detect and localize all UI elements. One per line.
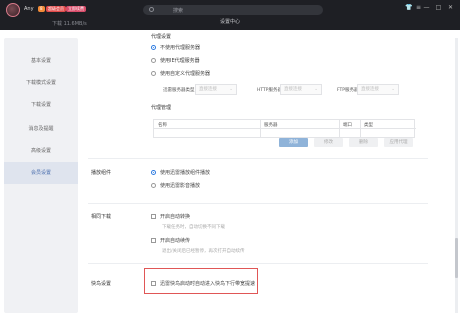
player-option-builtin[interactable]: 使用迅雷播放组件播放 (151, 169, 210, 176)
speed-section-title: 快鸟设置 (91, 281, 112, 287)
close-icon[interactable]: ✕ (447, 4, 454, 11)
section-divider (88, 263, 428, 264)
search-input[interactable]: 搜索 (143, 5, 323, 15)
minimize-icon[interactable]: — (423, 4, 430, 11)
radio-button[interactable] (151, 170, 156, 175)
select-value: 直接连接 (284, 87, 302, 92)
option-label: 开启自动续传 (160, 238, 191, 244)
proxy-manage-title: 代理管理 (151, 105, 172, 111)
select-value: 直接连接 (199, 87, 217, 92)
sidebar-item-notify[interactable]: 消息及提醒 (4, 118, 78, 140)
auto-resume-hint: 退出/关闭后已经暂停，再次打开自动续传 (162, 249, 245, 254)
player-section-title: 播放组件 (91, 170, 112, 176)
proxy-section-title: 代理设置 (151, 34, 172, 40)
proxy-option-none[interactable]: 不使用代理服务器 (151, 44, 200, 51)
proxy-option-label: 使用自定义代理服务器 (160, 71, 211, 77)
scrollbar-thumb[interactable] (455, 238, 458, 278)
auto-resume-option[interactable]: 开启自动续传 (151, 237, 190, 244)
proxy-type-select[interactable]: 直接连接 ⌄ (195, 84, 237, 95)
radio-button[interactable] (151, 45, 156, 50)
auto-convert-hint: 下载任务时，自动切换不同下载 (162, 225, 225, 230)
ftp-server-label: FTP服务器 (337, 88, 359, 93)
delete-proxy-button[interactable]: 删除 (349, 138, 378, 147)
column-port: 端口 (343, 123, 352, 128)
search-icon (149, 7, 154, 12)
proxy-option-label: 不使用代理服务器 (160, 45, 201, 51)
maximize-icon[interactable]: □ (435, 4, 442, 11)
skin-icon[interactable]: 👕 (405, 4, 412, 11)
avatar[interactable] (6, 3, 20, 17)
proxy-option-ie[interactable]: 使用IE代理服务器 (151, 57, 200, 64)
radio-button[interactable] (151, 183, 156, 188)
column-divider (339, 120, 340, 137)
section-divider (88, 203, 428, 204)
sidebar-item-download[interactable]: 下载设置 (4, 94, 78, 116)
column-divider (360, 120, 361, 137)
column-server: 服务器 (264, 123, 278, 128)
username[interactable]: Any (24, 6, 34, 12)
radio-button[interactable] (151, 71, 156, 76)
window-controls: — □ ✕ (423, 4, 454, 11)
sidebar-item-vip[interactable]: 会员设置 (4, 162, 78, 184)
sidebar-item-basic[interactable]: 基本设置 (4, 50, 78, 72)
checkbox[interactable] (151, 238, 156, 243)
title-bar: Any 8 超级会员 立即续费 下载 11.6MB/s 搜索 👕 ≡ — □ ✕… (0, 0, 460, 30)
download-section-title: 相同下载 (91, 214, 112, 220)
auto-convert-option[interactable]: 开启自动转换 (151, 213, 190, 220)
proxy-option-label: 使用IE代理服务器 (160, 58, 200, 64)
settings-sidebar: 基本设置 下载模式设置 下载设置 消息及提醒 高级设置 会员设置 (4, 38, 78, 313)
http-server-select[interactable]: 直接连接 ⌄ (280, 84, 322, 95)
chevron-down-icon: ⌄ (391, 87, 395, 92)
column-name: 名称 (158, 123, 167, 128)
chevron-down-icon: ⌄ (229, 87, 233, 92)
select-value: 直接连接 (361, 87, 379, 92)
scrollbar[interactable] (455, 38, 458, 313)
player-option-xmp[interactable]: 使用迅雷影音播放 (151, 182, 200, 189)
option-label: 迅雷快鸟启动时自动进入快鸟下行带宽提速 (160, 281, 256, 287)
http-server-label: HTTP服务器 (257, 88, 283, 93)
level-badge: 8 (38, 6, 45, 12)
proxy-table: 名称 服务器 端口 类型 (153, 119, 416, 138)
window-title: 设置中心 (219, 19, 240, 25)
player-option-label: 使用迅雷播放组件播放 (160, 170, 211, 176)
apply-proxy-button[interactable]: 应用代理 (384, 138, 413, 147)
option-label: 开启自动转换 (160, 214, 191, 220)
table-header: 名称 服务器 端口 类型 (154, 120, 416, 137)
edit-proxy-button[interactable]: 修改 (314, 138, 343, 147)
menu-icon[interactable]: ≡ (415, 4, 422, 11)
ftp-server-select[interactable]: 直接连接 ⌄ (357, 84, 399, 95)
column-type: 类型 (364, 123, 373, 128)
radio-button[interactable] (151, 58, 156, 63)
sidebar-item-advanced[interactable]: 高级设置 (4, 140, 78, 162)
speed-boost-option[interactable]: 迅雷快鸟启动时自动进入快鸟下行带宽提速 (151, 280, 255, 287)
vip-badge: 超级会员 (46, 6, 66, 12)
checkbox[interactable] (151, 281, 156, 286)
chevron-down-icon: ⌄ (314, 87, 318, 92)
checkbox[interactable] (151, 214, 156, 219)
proxy-option-custom[interactable]: 使用自定义代理服务器 (151, 70, 210, 77)
proxy-type-label: 迅雷服务器类型 (163, 88, 195, 93)
add-proxy-button[interactable]: 添加 (279, 138, 308, 147)
search-placeholder: 搜索 (173, 8, 184, 14)
renew-badge[interactable]: 立即续费 (66, 6, 86, 12)
player-option-label: 使用迅雷影音播放 (160, 183, 201, 189)
column-divider (260, 120, 261, 137)
section-divider (88, 158, 428, 159)
sidebar-item-download-mode[interactable]: 下载模式设置 (4, 72, 78, 94)
